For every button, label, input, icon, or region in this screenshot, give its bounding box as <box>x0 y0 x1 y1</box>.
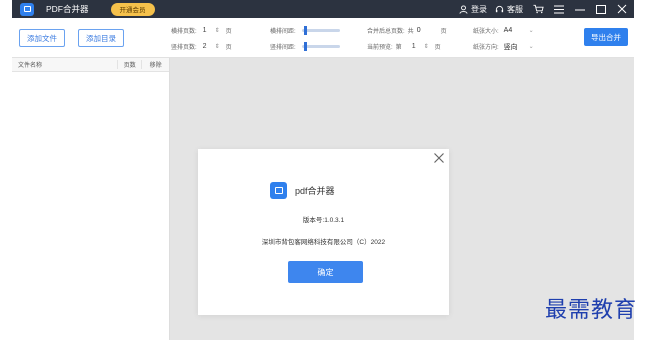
add-directory-button[interactable]: 添加目录 <box>78 29 124 47</box>
about-dialog: pdf合并器 版本号:1.0.3.1 深圳市背包客网络科技有限公司（C）2022… <box>198 149 449 315</box>
user-icon <box>459 4 468 14</box>
chevron-down-icon: ⌄ <box>528 28 534 34</box>
h-spacing-label: 横排间距: <box>270 29 296 35</box>
service-button[interactable]: 客服 <box>495 4 523 15</box>
app-title: PDF合并器 <box>46 4 89 14</box>
dialog-company: 深圳市背包客网络科技有限公司（C）2022 <box>261 239 386 246</box>
v-spacing-option: 竖排间距: <box>270 41 340 52</box>
current-preview-prefix: 第 <box>395 45 402 51</box>
toolbar: 添加文件 添加目录 横排页数: 1 ⇕ 页 竖排页数: 2 ⇕ 页 横排间距: 竖排… <box>12 18 634 58</box>
app-logo-icon <box>20 2 34 16</box>
paper-direction-option: 纸张方向: 竖向 ⌄ <box>473 41 534 52</box>
total-pages-prefix: 共 <box>407 29 414 35</box>
login-button[interactable]: 登录 <box>459 4 487 15</box>
paper-direction-value: 竖向 <box>503 43 518 51</box>
maximize-icon <box>596 4 606 14</box>
current-preview-unit: 页 <box>434 45 441 51</box>
h-pages-stepper[interactable]: 1 ⇕ <box>203 27 220 34</box>
paper-size-value: A4 <box>503 27 513 34</box>
headset-icon <box>495 5 504 12</box>
paper-direction-label: 纸张方向: <box>473 45 499 51</box>
v-spacing-knob[interactable] <box>303 42 307 51</box>
app-logo-icon <box>270 182 287 199</box>
paper-size-select[interactable]: A4 ⌄ <box>504 25 534 36</box>
paper-direction-select[interactable]: 竖向 ⌄ <box>504 41 534 52</box>
total-pages-info: 合并后总页数: 共 0 页 <box>367 25 447 36</box>
service-label: 客服 <box>507 4 523 14</box>
v-pages-value: 2 <box>202 43 207 50</box>
page-margin <box>634 0 668 340</box>
v-pages-label: 竖排页数: <box>171 45 197 51</box>
login-label: 登录 <box>471 4 487 14</box>
watermark-text: 最需教育 <box>545 298 638 323</box>
h-pages-value: 1 <box>202 27 207 34</box>
file-list-header: 文件名称 页数 移除 <box>12 58 169 72</box>
chevron-down-icon: ⌄ <box>528 44 534 50</box>
v-spacing-slider[interactable] <box>301 42 340 51</box>
h-pages-label: 横排页数: <box>171 29 197 35</box>
v-pages-option: 竖排页数: 2 ⇕ 页 <box>171 41 232 52</box>
stepper-arrows-icon: ⇕ <box>214 44 220 50</box>
cart-icon <box>532 4 544 14</box>
dialog-version: 版本号:1.0.3.1 <box>302 217 345 224</box>
col-remove: 移除 <box>141 60 169 69</box>
h-spacing-option: 横排间距: <box>270 25 340 36</box>
col-page-count: 页数 <box>117 60 141 69</box>
h-spacing-knob[interactable] <box>303 26 307 35</box>
total-pages-value: 0 <box>416 27 421 34</box>
current-preview-value: 1 <box>411 43 416 50</box>
add-file-button[interactable]: 添加文件 <box>19 29 65 47</box>
col-file-name: 文件名称 <box>18 63 43 69</box>
paper-size-label: 纸张大小: <box>473 29 499 35</box>
total-pages-label: 合并后总页数: <box>367 29 405 35</box>
titlebar-actions: 登录 客服 <box>451 0 634 18</box>
h-pages-option: 横排页数: 1 ⇕ 页 <box>171 25 232 36</box>
current-preview-option: 当前预览: 第 1 ⇕ 页 <box>367 41 441 52</box>
current-preview-label: 当前预览: <box>367 45 393 51</box>
close-icon <box>617 4 627 14</box>
dialog-close-button[interactable] <box>433 152 445 164</box>
dialog-app-name: pdf合并器 <box>295 186 335 196</box>
close-icon <box>434 153 444 163</box>
export-merge-button[interactable]: 导出合并 <box>584 28 628 46</box>
vip-button[interactable]: 开通会员 <box>110 2 155 16</box>
h-pages-unit: 页 <box>225 29 232 35</box>
menu-icon <box>554 5 564 13</box>
maximize-button[interactable] <box>595 3 607 15</box>
v-pages-unit: 页 <box>225 45 232 51</box>
close-button[interactable] <box>616 3 628 15</box>
title-bar: PDF合并器 开通会员 登录 客服 <box>12 0 634 18</box>
file-list-panel: 文件名称 页数 移除 <box>12 58 170 340</box>
stepper-arrows-icon: ⇕ <box>214 28 220 34</box>
v-pages-stepper[interactable]: 2 ⇕ <box>203 43 220 50</box>
cart-button[interactable] <box>532 3 544 15</box>
h-spacing-slider[interactable] <box>301 26 340 35</box>
dialog-ok-button[interactable]: 确定 <box>288 261 363 283</box>
total-pages-unit: 页 <box>440 29 447 35</box>
menu-button[interactable] <box>553 3 565 15</box>
v-spacing-label: 竖排间距: <box>270 45 296 51</box>
stepper-arrows-icon: ⇕ <box>423 44 429 50</box>
dialog-brand: pdf合并器 <box>270 182 335 199</box>
current-preview-stepper[interactable]: 1 ⇕ <box>412 43 429 50</box>
paper-size-option: 纸张大小: A4 ⌄ <box>473 25 534 36</box>
minimize-icon <box>575 9 585 10</box>
minimize-button[interactable] <box>574 3 586 15</box>
